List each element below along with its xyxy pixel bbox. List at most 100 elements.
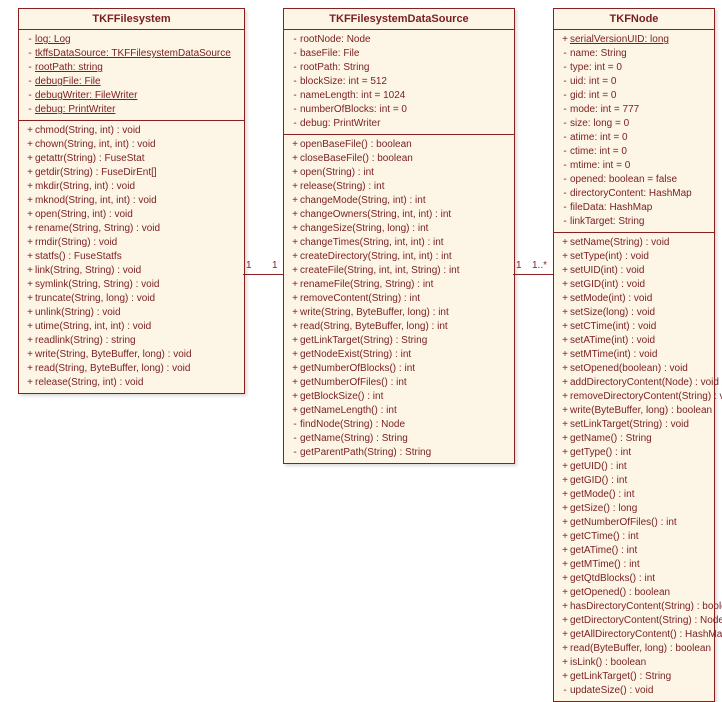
- attribute-row: -size: long = 0: [560, 117, 708, 131]
- visibility: +: [560, 642, 570, 656]
- attribute-text: directoryContent: HashMap: [570, 188, 692, 199]
- visibility: +: [560, 376, 570, 390]
- operation-row: +renameFile(String, String) : int: [290, 278, 508, 292]
- visibility: -: [25, 89, 35, 103]
- operation-text: removeDirectoryContent(String) : void: [570, 391, 722, 402]
- visibility: -: [560, 117, 570, 131]
- attribute-row: -rootPath: String: [290, 61, 508, 75]
- operation-row: +getType() : int: [560, 446, 708, 460]
- attribute-text: uid: int = 0: [570, 76, 616, 87]
- visibility: +: [25, 124, 35, 138]
- operation-row: +getLinkTarget() : String: [560, 670, 708, 684]
- visibility: +: [290, 250, 300, 264]
- visibility: -: [560, 75, 570, 89]
- multiplicity-left: 1: [246, 260, 252, 271]
- association-line: [513, 274, 553, 275]
- operation-text: getNumberOfFiles() : int: [300, 377, 407, 388]
- visibility: -: [290, 446, 300, 460]
- attribute-row: -nameLength: int = 1024: [290, 89, 508, 103]
- attribute-text: name: String: [570, 48, 627, 59]
- visibility: +: [560, 306, 570, 320]
- operation-row: +changeSize(String, long) : int: [290, 222, 508, 236]
- operation-row: +setType(int) : void: [560, 250, 708, 264]
- attribute-row: -rootNode: Node: [290, 33, 508, 47]
- operation-text: getOpened() : boolean: [570, 587, 670, 598]
- attribute-row: -numberOfBlocks: int = 0: [290, 103, 508, 117]
- operation-text: getNumberOfBlocks() : int: [300, 363, 415, 374]
- visibility: +: [560, 446, 570, 460]
- attribute-text: linkTarget: String: [570, 216, 644, 227]
- visibility: +: [25, 152, 35, 166]
- visibility: -: [25, 75, 35, 89]
- operation-text: open(String) : int: [300, 167, 374, 178]
- operation-row: +setATime(int) : void: [560, 334, 708, 348]
- class-title: TKFFilesystem: [19, 9, 244, 30]
- operation-text: readlink(String) : string: [35, 335, 136, 346]
- visibility: +: [560, 502, 570, 516]
- operation-text: getName() : String: [570, 433, 652, 444]
- visibility: +: [290, 180, 300, 194]
- attribute-text: debug: PrintWriter: [35, 104, 115, 115]
- operation-row: +closeBaseFile() : boolean: [290, 152, 508, 166]
- visibility: +: [25, 362, 35, 376]
- operation-text: openBaseFile() : boolean: [300, 139, 412, 150]
- visibility: -: [560, 201, 570, 215]
- operation-row: +setMTime(int) : void: [560, 348, 708, 362]
- visibility: +: [560, 320, 570, 334]
- operation-text: getNameLength() : int: [300, 405, 397, 416]
- operation-text: symlink(String, String) : void: [35, 279, 159, 290]
- visibility: +: [25, 320, 35, 334]
- attribute-text: baseFile: File: [300, 48, 359, 59]
- operation-text: chown(String, int, int) : void: [35, 139, 156, 150]
- visibility: +: [560, 670, 570, 684]
- operation-row: +readlink(String) : string: [25, 334, 238, 348]
- visibility: -: [560, 215, 570, 229]
- attribute-row: -mtime: int = 0: [560, 159, 708, 173]
- operation-row: +getGID() : int: [560, 474, 708, 488]
- attributes-section: +serialVersionUID: long-name: String-typ…: [554, 30, 714, 233]
- operation-row: +getAllDirectoryContent() : HashMap: [560, 628, 708, 642]
- operation-text: getdir(String) : FuseDirEnt[]: [35, 167, 157, 178]
- attribute-row: +serialVersionUID: long: [560, 33, 708, 47]
- attribute-text: mtime: int = 0: [570, 160, 630, 171]
- visibility: -: [290, 61, 300, 75]
- operation-row: +getNodeExist(String) : int: [290, 348, 508, 362]
- attribute-row: -opened: boolean = false: [560, 173, 708, 187]
- attribute-text: size: long = 0: [570, 118, 629, 129]
- attribute-text: serialVersionUID: long: [570, 34, 669, 45]
- operation-row: +getNameLength() : int: [290, 404, 508, 418]
- operation-text: getSize() : long: [570, 503, 637, 514]
- visibility: +: [290, 166, 300, 180]
- operation-text: write(ByteBuffer, long) : boolean: [570, 405, 712, 416]
- operation-text: getMode() : int: [570, 489, 634, 500]
- operation-row: +getUID() : int: [560, 460, 708, 474]
- visibility: +: [560, 250, 570, 264]
- operation-row: +rmdir(String) : void: [25, 236, 238, 250]
- visibility: +: [25, 264, 35, 278]
- visibility: -: [25, 61, 35, 75]
- operation-row: +setUID(int) : void: [560, 264, 708, 278]
- attribute-text: rootNode: Node: [300, 34, 371, 45]
- operation-row: +statfs() : FuseStatfs: [25, 250, 238, 264]
- operation-row: +hasDirectoryContent(String) : boolean: [560, 600, 708, 614]
- operation-text: getUID() : int: [570, 461, 627, 472]
- operation-row: +getLinkTarget(String) : String: [290, 334, 508, 348]
- operation-text: getCTime() : int: [570, 531, 639, 542]
- attribute-row: -log: Log: [25, 33, 238, 47]
- operation-row: +getNumberOfFiles() : int: [560, 516, 708, 530]
- operation-text: changeMode(String, int) : int: [300, 195, 426, 206]
- attribute-text: rootPath: String: [300, 62, 369, 73]
- operation-row: +mkdir(String, int) : void: [25, 180, 238, 194]
- operation-text: updateSize() : void: [570, 685, 653, 696]
- operation-row: +setOpened(boolean) : void: [560, 362, 708, 376]
- operation-text: setMTime(int) : void: [570, 349, 657, 360]
- visibility: +: [290, 404, 300, 418]
- operation-text: changeTimes(String, int, int) : int: [300, 237, 444, 248]
- operation-row: +getSize() : long: [560, 502, 708, 516]
- operation-row: +getNumberOfBlocks() : int: [290, 362, 508, 376]
- attribute-row: -ctime: int = 0: [560, 145, 708, 159]
- visibility: -: [560, 131, 570, 145]
- visibility: -: [560, 159, 570, 173]
- visibility: -: [25, 103, 35, 117]
- operation-row: +getBlockSize() : int: [290, 390, 508, 404]
